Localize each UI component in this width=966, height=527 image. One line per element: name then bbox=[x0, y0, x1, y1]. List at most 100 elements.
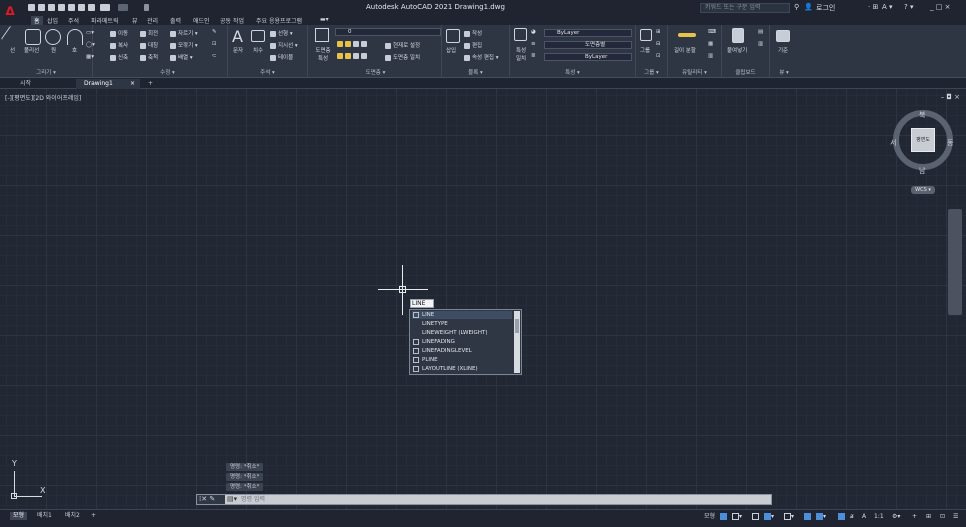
dimension-button[interactable]: 치수 bbox=[253, 46, 263, 54]
edit-block-button[interactable]: 편집 bbox=[464, 41, 482, 49]
autocomplete-item[interactable]: LINEWEIGHT (LWEIGHT) bbox=[412, 329, 512, 337]
tab-insert[interactable]: 삽입 bbox=[47, 16, 58, 25]
command-autocomplete-list[interactable]: LINE LINETYPE LINEWEIGHT (LWEIGHT) LINEF… bbox=[409, 309, 522, 375]
model-space-button[interactable]: 모형 bbox=[704, 512, 715, 522]
group-select-icon[interactable]: ⊡ bbox=[656, 53, 661, 59]
autocomplete-item[interactable]: LINEFADING bbox=[412, 338, 512, 346]
drawing-canvas[interactable]: [-][평면도][2D 와이어프레임] – ◘ × 평면도 북 남 동 서 WC… bbox=[0, 89, 966, 509]
wcs-menu-button[interactable]: WCS ▾ bbox=[911, 186, 935, 194]
object-snap-toggle[interactable]: ▾ bbox=[816, 512, 826, 522]
tab-drawing1[interactable]: Drawing1 × bbox=[76, 79, 140, 89]
viewcube-east[interactable]: 동 bbox=[947, 138, 953, 148]
autocomplete-item[interactable]: PLINE bbox=[412, 356, 512, 364]
circle-button[interactable]: 원 bbox=[51, 46, 56, 54]
paste-button[interactable]: 붙여넣기 bbox=[727, 46, 747, 54]
workspace-gear-icon[interactable]: ⚙▾ bbox=[892, 512, 900, 522]
group-button[interactable]: 그룹 bbox=[640, 46, 650, 54]
login-button[interactable]: 로그인 bbox=[816, 3, 835, 13]
customization-menu-icon[interactable]: ☰ bbox=[953, 512, 958, 522]
search-input[interactable]: 키워드 또는 구문 입력 bbox=[700, 3, 790, 13]
tab-featured-apps[interactable]: 주요 응용프로그램 bbox=[256, 16, 302, 25]
viewcube-south[interactable]: 남 bbox=[919, 166, 925, 176]
tab-output[interactable]: 출력 bbox=[170, 16, 181, 25]
autocomplete-item[interactable]: LINE bbox=[412, 311, 512, 319]
window-controls[interactable]: _ □ × bbox=[930, 3, 950, 11]
tab-start[interactable]: 시작 bbox=[12, 79, 39, 89]
new-layout-button[interactable]: + bbox=[88, 512, 99, 520]
close-tab-icon[interactable]: × bbox=[130, 79, 135, 89]
leader-button[interactable]: 지시선 ▾ bbox=[270, 41, 298, 49]
copy-clip-icon[interactable]: ▤ bbox=[758, 29, 763, 35]
copy-button[interactable]: 복사 bbox=[110, 41, 128, 49]
new-file-icon[interactable] bbox=[28, 4, 35, 11]
hardware-acceleration-icon[interactable]: ⊞ bbox=[926, 512, 931, 522]
stretch-button[interactable]: 신축 bbox=[110, 53, 128, 61]
erase-icon[interactable]: ✎ bbox=[212, 29, 217, 35]
autocomplete-scroll-thumb[interactable] bbox=[515, 319, 519, 333]
hatch-icon[interactable]: ▦▾ bbox=[86, 54, 94, 60]
cut-icon[interactable]: ▥ bbox=[758, 41, 763, 47]
quick-access-menu-icon[interactable] bbox=[144, 4, 149, 11]
save-icon[interactable] bbox=[48, 4, 55, 11]
layout-tab-layout2[interactable]: 배치2 bbox=[62, 512, 83, 520]
save-as-icon[interactable] bbox=[58, 4, 65, 11]
ellipse-icon[interactable]: ◯▾ bbox=[86, 42, 95, 48]
navigation-bar[interactable] bbox=[948, 209, 962, 315]
fillet-button[interactable]: 모깎기 ▾ bbox=[170, 41, 198, 49]
panel-annotation-title[interactable]: 주석 ▾ bbox=[228, 68, 307, 76]
explode-icon[interactable]: ⊡ bbox=[212, 41, 217, 47]
tab-view[interactable]: 뷰 bbox=[132, 16, 138, 25]
layout-tab-layout1[interactable]: 배치1 bbox=[34, 512, 55, 520]
arc-button[interactable]: 호 bbox=[72, 46, 77, 54]
layer-properties-button[interactable]: 도면층 특성 bbox=[313, 46, 333, 62]
tab-manage[interactable]: 관리 bbox=[147, 16, 158, 25]
autodesk-a360-icon[interactable]: A ▾ bbox=[882, 3, 893, 11]
trim-button[interactable]: 자르기 ▾ bbox=[170, 29, 198, 37]
layout-tab-model[interactable]: 모형 bbox=[10, 512, 28, 520]
undo-icon[interactable] bbox=[100, 4, 110, 11]
tab-home[interactable]: 홈 bbox=[31, 16, 43, 25]
lineweight-dropdown[interactable]: ByLayer bbox=[544, 53, 632, 61]
ribbon-more-icon[interactable]: ▬▾ bbox=[320, 16, 329, 23]
panel-utilities-title[interactable]: 유틸리티 ▾ bbox=[668, 68, 721, 76]
make-current-button[interactable]: 현재로 설정 bbox=[385, 41, 420, 49]
clean-screen-icon[interactable]: ⊡ bbox=[940, 512, 945, 522]
linear-button[interactable]: 선형 ▾ bbox=[270, 29, 293, 37]
quick-calc-icon[interactable]: ⌨ bbox=[708, 29, 716, 35]
layer-tools-row2[interactable] bbox=[337, 53, 369, 60]
viewport-window-controls[interactable]: – ◘ × bbox=[941, 93, 960, 101]
annotation-monitor-icon[interactable]: + bbox=[912, 512, 917, 522]
create-block-button[interactable]: 작성 bbox=[464, 29, 482, 37]
rectangle-icon[interactable]: ▭▾ bbox=[86, 30, 94, 36]
table-button[interactable]: 테이블 bbox=[270, 53, 293, 61]
panel-clipboard-title[interactable]: 클립보드 bbox=[722, 68, 769, 76]
autocomplete-scrollbar[interactable] bbox=[514, 311, 520, 373]
text-button[interactable]: 문자 bbox=[233, 46, 243, 54]
annotation-scale-icon[interactable]: A bbox=[862, 512, 866, 522]
help-icon[interactable]: ? ▾ bbox=[904, 3, 913, 11]
calculator-icon[interactable]: ▥ bbox=[708, 53, 713, 59]
open-file-icon[interactable] bbox=[38, 4, 45, 11]
tab-parametric[interactable]: 파라메트릭 bbox=[91, 16, 119, 25]
user-icon[interactable]: 👤 bbox=[804, 3, 813, 11]
group-edit-icon[interactable]: ⊟ bbox=[656, 41, 661, 47]
command-line[interactable]: ⁞✕ ✎ ▤▾ 명령 입력 bbox=[196, 494, 772, 505]
scale-button[interactable]: 축척 bbox=[140, 53, 158, 61]
dynamic-input-field[interactable]: LINE bbox=[410, 299, 434, 308]
viewcube-west[interactable]: 서 bbox=[890, 138, 896, 148]
panel-view-title[interactable]: 뷰 ▾ bbox=[770, 68, 798, 76]
layer-dropdown[interactable]: 0 bbox=[335, 28, 441, 36]
linetype-dropdown[interactable]: 도면층별 bbox=[544, 41, 632, 49]
search-icon[interactable]: ⚲ bbox=[794, 3, 799, 11]
autocomplete-item[interactable]: LINEFADINGLEVEL bbox=[412, 347, 512, 355]
match-layer-button[interactable]: 도면층 일치 bbox=[385, 53, 420, 61]
layer-tools-row1[interactable] bbox=[337, 41, 369, 48]
color-dropdown[interactable]: ByLayer bbox=[544, 29, 632, 37]
insert-button[interactable]: 삽입 bbox=[446, 46, 456, 54]
base-button[interactable]: 기준 bbox=[778, 46, 788, 54]
isodraft-toggle[interactable]: ▾ bbox=[784, 512, 794, 522]
array-button[interactable]: 배열 ▾ bbox=[170, 53, 193, 61]
command-input[interactable]: 명령 입력 bbox=[241, 495, 265, 504]
grid-toggle[interactable] bbox=[720, 512, 727, 522]
tab-addins[interactable]: 애드인 bbox=[193, 16, 210, 25]
